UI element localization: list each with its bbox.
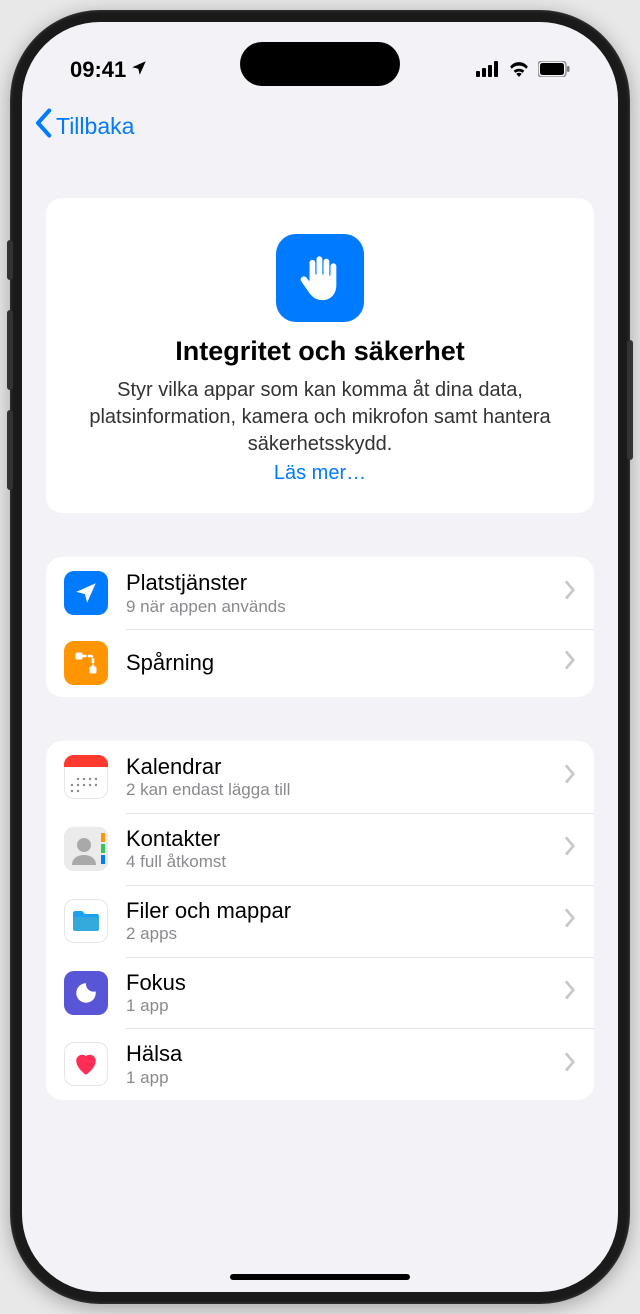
row-location-services[interactable]: Platstjänster 9 när appen används xyxy=(46,557,594,629)
wifi-icon xyxy=(508,57,530,83)
status-left: 09:41 xyxy=(70,57,148,83)
location-icon xyxy=(64,571,108,615)
chevron-left-icon xyxy=(32,108,54,144)
row-title: Spårning xyxy=(126,649,546,677)
row-title: Fokus xyxy=(126,969,546,997)
location-arrow-icon xyxy=(130,57,148,83)
row-subtitle: 1 app xyxy=(126,1068,546,1088)
focus-icon xyxy=(64,971,108,1015)
cellular-icon xyxy=(476,57,500,83)
list-section-apps: Kalendrar 2 kan endast lägga till xyxy=(46,741,594,1100)
row-title: Kalendrar xyxy=(126,753,546,781)
page-title: Integritet och säkerhet xyxy=(74,336,566,367)
dynamic-island xyxy=(240,42,400,86)
tracking-icon xyxy=(64,641,108,685)
volume-down-button xyxy=(7,410,13,490)
volume-up-button xyxy=(7,310,13,390)
row-focus[interactable]: Fokus 1 app xyxy=(46,957,594,1029)
content-scroll[interactable]: Integritet och säkerhet Styr vilka appar… xyxy=(22,158,618,1100)
row-subtitle: 2 kan endast lägga till xyxy=(126,780,546,800)
back-label: Tillbaka xyxy=(56,113,134,140)
learn-more-link[interactable]: Läs mer… xyxy=(274,462,366,485)
contacts-icon xyxy=(64,827,108,871)
row-subtitle: 1 app xyxy=(126,996,546,1016)
hero-card: Integritet och säkerhet Styr vilka appar… xyxy=(46,198,594,513)
chevron-right-icon xyxy=(564,980,576,1005)
page-description: Styr vilka appar som kan komma åt dina d… xyxy=(74,377,566,458)
health-icon xyxy=(64,1042,108,1086)
chevron-right-icon xyxy=(564,908,576,933)
home-indicator[interactable] xyxy=(230,1274,410,1280)
row-title: Hälsa xyxy=(126,1040,546,1068)
chevron-right-icon xyxy=(564,764,576,789)
row-tracking[interactable]: Spårning xyxy=(46,629,594,697)
list-section-location: Platstjänster 9 när appen används xyxy=(46,557,594,697)
row-files[interactable]: Filer och mappar 2 apps xyxy=(46,885,594,957)
row-subtitle: 2 apps xyxy=(126,924,546,944)
phone-screen: 09:41 xyxy=(22,22,618,1292)
row-subtitle: 4 full åtkomst xyxy=(126,852,546,872)
row-title: Kontakter xyxy=(126,825,546,853)
row-contacts[interactable]: Kontakter 4 full åtkomst xyxy=(46,813,594,885)
row-health[interactable]: Hälsa 1 app xyxy=(46,1028,594,1100)
power-button xyxy=(627,340,633,460)
battery-icon xyxy=(538,57,570,83)
nav-bar: Tillbaka xyxy=(22,94,618,158)
silent-switch xyxy=(7,240,13,280)
row-calendars[interactable]: Kalendrar 2 kan endast lägga till xyxy=(46,741,594,813)
files-icon xyxy=(64,899,108,943)
status-right xyxy=(476,57,570,83)
row-title: Platstjänster xyxy=(126,569,546,597)
phone-frame: 09:41 xyxy=(10,10,630,1304)
privacy-hand-icon xyxy=(276,234,364,322)
chevron-right-icon xyxy=(564,580,576,605)
chevron-right-icon xyxy=(564,836,576,861)
row-title: Filer och mappar xyxy=(126,897,546,925)
chevron-right-icon xyxy=(564,1052,576,1077)
row-subtitle: 9 när appen används xyxy=(126,597,546,617)
status-time: 09:41 xyxy=(70,57,126,83)
chevron-right-icon xyxy=(564,650,576,675)
back-button[interactable]: Tillbaka xyxy=(32,108,134,144)
calendar-icon xyxy=(64,755,108,799)
